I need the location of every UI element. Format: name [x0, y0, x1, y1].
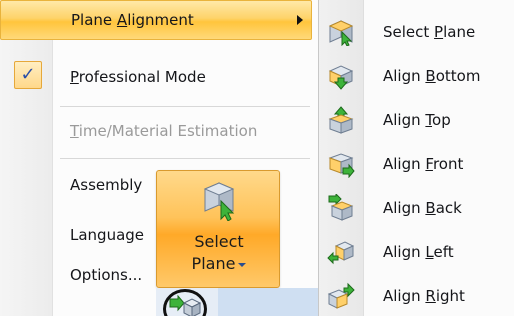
menu-item-label: Professional Mode [70, 68, 206, 86]
selection-highlight [218, 288, 318, 316]
submenu-item-label: Align Bottom [383, 67, 481, 85]
ribbon-button-label: Plane [157, 254, 281, 273]
submenu-item-align-left[interactable]: Align Left [319, 230, 514, 274]
dropdown-arrow-icon [238, 262, 247, 267]
menu-separator [60, 106, 310, 107]
submenu-item-label: Align Right [383, 287, 465, 305]
submenu-item-label: Align Front [383, 155, 464, 173]
align-bottom-icon [328, 65, 354, 90]
submenu-item-align-front[interactable]: Align Front [319, 142, 514, 186]
submenu-item-select-plane[interactable]: Select Plane [319, 10, 514, 54]
align-front-icon [328, 153, 355, 178]
submenu-item-label: Align Left [383, 243, 454, 261]
align-top-icon [328, 106, 354, 134]
menu-item-time-material-estimation[interactable]: Time/Material Estimation [0, 110, 312, 152]
submenu-item-align-top[interactable]: Align Top [319, 98, 514, 142]
menu-separator [60, 158, 310, 159]
menu-item-label: Plane Alignment [71, 11, 194, 29]
submenu-item-label: Align Top [383, 111, 451, 129]
checkmark-icon: ✓ [14, 61, 42, 89]
submenu-item-align-back[interactable]: Align Back [319, 186, 514, 230]
select-plane-ribbon-button[interactable]: Select Plane [156, 170, 280, 288]
submenu-item-label: Select Plane [383, 23, 476, 41]
submenu-item-label: Align Back [383, 199, 462, 217]
menu-item-plane-alignment[interactable]: Plane Alignment [0, 0, 312, 40]
align-left-icon [327, 241, 355, 265]
menu-item-label: Assembly [70, 176, 143, 194]
align-back-icon [328, 194, 354, 221]
plane-alignment-submenu: Select Plane Align Bottom Align Top Alig… [318, 0, 514, 316]
menu-item-label: Language [70, 226, 145, 244]
submenu-arrow-icon [297, 15, 303, 25]
menu-item-label: Time/Material Estimation [70, 122, 258, 140]
align-right-icon [327, 282, 355, 309]
select-plane-icon [203, 182, 235, 221]
ribbon-button-label: Select [194, 232, 244, 251]
application-window: Plane Alignment ✓ Professional Mode Time… [0, 0, 514, 316]
submenu-item-align-right[interactable]: Align Right [319, 274, 514, 316]
menu-item-professional-mode[interactable]: ✓ Professional Mode [0, 56, 312, 98]
submenu-item-align-bottom[interactable]: Align Bottom [319, 54, 514, 98]
menu-item-label: Options... [70, 266, 143, 284]
select-plane-icon [328, 20, 354, 46]
